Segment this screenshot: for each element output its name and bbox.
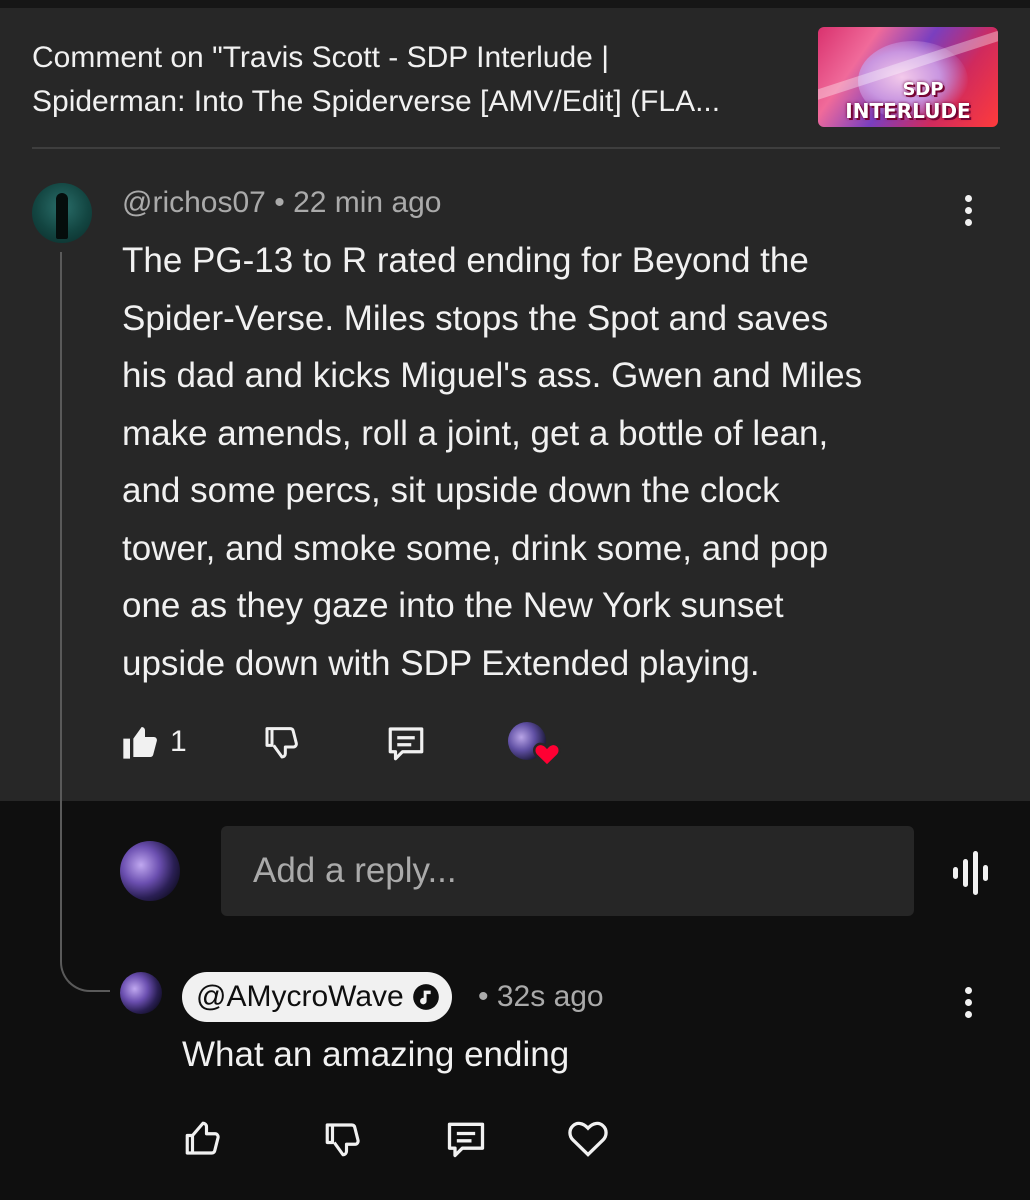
comment-text: The PG-13 to R rated ending for Beyond t… bbox=[122, 232, 982, 692]
reply-like-button[interactable] bbox=[182, 1118, 224, 1160]
add-reply-input[interactable]: Add a reply... bbox=[221, 826, 914, 916]
heart-button[interactable] bbox=[566, 1117, 610, 1161]
comment-time: 22 min ago bbox=[293, 186, 442, 219]
video-title-line-1: Comment on "Travis Scott - SDP Interlude… bbox=[32, 41, 609, 74]
reply-author-handle[interactable]: @AMycroWave bbox=[182, 972, 452, 1022]
dislike-button[interactable] bbox=[262, 722, 302, 762]
comment-line: make amends, roll a joint, get a bottle … bbox=[122, 413, 829, 453]
thumbs-up-filled-icon bbox=[123, 727, 157, 759]
meta-separator: • bbox=[274, 186, 285, 219]
thumbnail-text-1: SDP bbox=[902, 79, 944, 100]
comment-line: one as they gaze into the New York sunse… bbox=[122, 586, 784, 625]
creator-heart-icon bbox=[532, 742, 562, 768]
more-vert-icon[interactable] bbox=[948, 188, 988, 232]
comment-line: The PG-13 to R rated ending for Beyond t… bbox=[122, 241, 809, 280]
reply-comment-icon bbox=[447, 1122, 485, 1158]
reply-dislike-button[interactable] bbox=[322, 1118, 364, 1160]
heart-outline-icon bbox=[568, 1121, 608, 1157]
voice-search-icon[interactable] bbox=[944, 846, 994, 905]
music-note-verified-icon bbox=[412, 984, 439, 1010]
thumbs-up-icon bbox=[185, 1121, 220, 1155]
reply-text: What an amazing ending bbox=[182, 1035, 570, 1074]
video-title-line-2: Spiderman: Into The Spiderverse [AMV/Edi… bbox=[32, 85, 721, 118]
reply-reply-button[interactable] bbox=[444, 1117, 488, 1161]
like-count: 1 bbox=[170, 725, 187, 758]
reply-author-avatar[interactable] bbox=[120, 972, 162, 1014]
my-avatar[interactable] bbox=[120, 841, 180, 901]
comment-line: tower, and smoke some, drink some, and p… bbox=[122, 528, 829, 568]
comment-line: upside down with SDP Extended playing. bbox=[122, 643, 760, 683]
thread-connector-line bbox=[60, 252, 110, 992]
thumbs-down-icon bbox=[325, 1123, 360, 1157]
meta-separator: • bbox=[478, 980, 489, 1013]
reply-handle-text: @AMycroWave bbox=[196, 980, 404, 1013]
video-title[interactable]: Comment on "Travis Scott - SDP Interlude… bbox=[32, 36, 802, 124]
comment-line: his dad and kicks Miguel's ass. Gwen and… bbox=[122, 356, 863, 395]
reply-time: 32s ago bbox=[496, 980, 604, 1013]
comment-line: Spider-Verse. Miles stops the Spot and s… bbox=[122, 298, 829, 338]
video-thumbnail[interactable]: SDP INTERLUDE bbox=[818, 27, 998, 127]
thumbs-down-icon bbox=[265, 727, 298, 759]
comment-handle[interactable]: @richos07 bbox=[122, 186, 266, 219]
reply-meta: • 32s ago bbox=[478, 980, 604, 1014]
reply-button[interactable] bbox=[385, 722, 427, 764]
reply-placeholder: Add a reply... bbox=[253, 851, 457, 890]
comment-meta: @richos07 • 22 min ago bbox=[122, 186, 442, 220]
more-vert-icon[interactable] bbox=[948, 980, 988, 1024]
commenter-avatar[interactable] bbox=[32, 183, 92, 243]
thumbnail-text-2: INTERLUDE bbox=[845, 99, 971, 123]
creator-heart-badge[interactable] bbox=[508, 720, 562, 768]
divider bbox=[32, 147, 1000, 149]
status-strip bbox=[0, 0, 1030, 8]
comment-line: and some percs, sit upside down the cloc… bbox=[122, 471, 780, 510]
reply-comment-icon bbox=[388, 727, 424, 761]
like-button[interactable]: 1 bbox=[120, 722, 187, 762]
